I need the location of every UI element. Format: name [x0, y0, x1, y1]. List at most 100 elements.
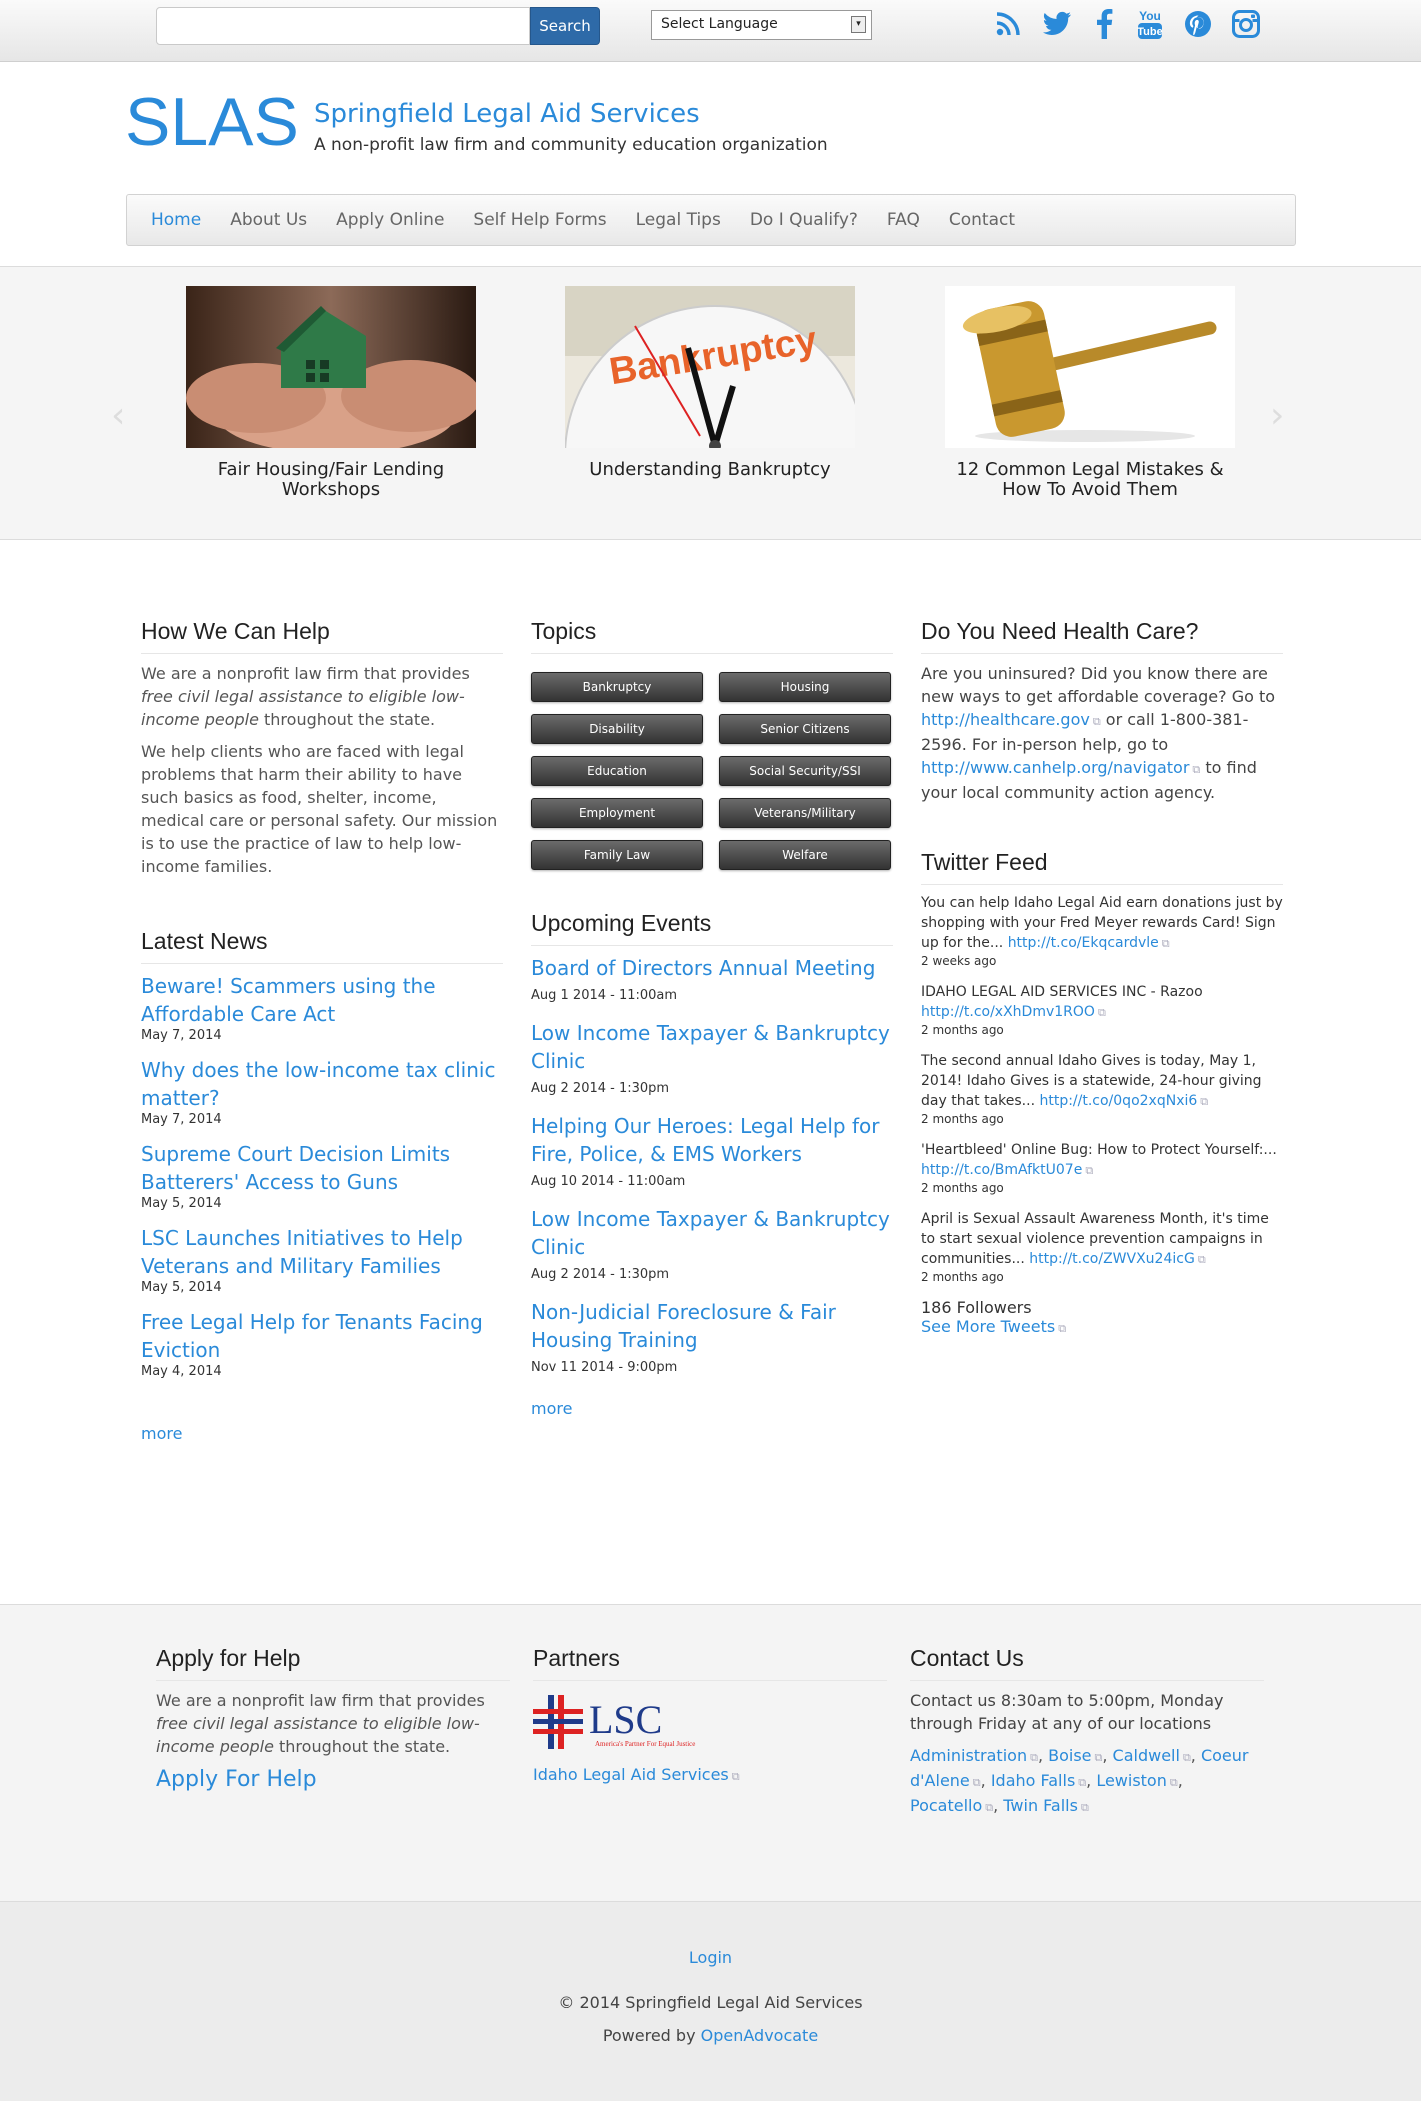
topic-button[interactable]: Family Law [531, 840, 703, 870]
rss-icon[interactable] [991, 7, 1025, 41]
location-link[interactable]: Twin Falls [1003, 1796, 1078, 1815]
house-in-hands-image[interactable] [186, 286, 476, 448]
event-date: Aug 10 2014 - 11:00am [531, 1174, 686, 1189]
nav-home[interactable]: Home [151, 210, 201, 230]
event-link[interactable]: Non-Judicial Foreclosure & Fair Housing … [531, 1300, 836, 1352]
event-date: Aug 2 2014 - 1:30pm [531, 1267, 670, 1282]
twitter-icon[interactable] [1040, 7, 1074, 41]
svg-text:You: You [1139, 9, 1161, 23]
external-link-icon: ⧉ [1092, 715, 1101, 728]
news-more-link[interactable]: more [141, 1424, 503, 1443]
search-input[interactable] [156, 7, 530, 45]
news-link[interactable]: Free Legal Help for Tenants Facing Evict… [141, 1310, 483, 1362]
lsc-logo-text: LSC [589, 1697, 662, 1742]
nav-legal-tips[interactable]: Legal Tips [636, 210, 721, 230]
tweet-link[interactable]: http://t.co/xXhDmv1ROO [921, 1004, 1095, 1020]
news-item: Why does the low-income tax clinic matte… [141, 1056, 503, 1128]
nav-about-us[interactable]: About Us [230, 210, 307, 230]
nav-apply-online[interactable]: Apply Online [336, 210, 444, 230]
healthcare-gov-link[interactable]: http://healthcare.gov [921, 710, 1090, 729]
topic-button[interactable]: Education [531, 756, 703, 786]
event-item: Non-Judicial Foreclosure & Fair Housing … [531, 1298, 893, 1375]
carousel-caption[interactable]: 12 Common Legal Mistakes & How To Avoid … [945, 460, 1235, 500]
site-slogan: A non-profit law firm and community educ… [314, 135, 828, 155]
footer: Apply for Help We are a nonprofit law fi… [0, 1604, 1421, 1902]
location-link[interactable]: Pocatello [910, 1796, 982, 1815]
location-link[interactable]: Administration [910, 1746, 1027, 1765]
news-link[interactable]: Beware! Scammers using the Affordable Ca… [141, 974, 436, 1026]
bankruptcy-clock-image[interactable]: Bankruptcy [565, 286, 855, 448]
right-column: Do You Need Health Care? Are you uninsur… [921, 618, 1283, 1336]
event-item: Low Income Taxpayer & Bankruptcy Clinic … [531, 1019, 893, 1096]
external-link-icon: ⧉ [1085, 1164, 1094, 1177]
canhelp-link[interactable]: http://www.canhelp.org/navigator [921, 758, 1189, 777]
nav-do-i-qualify[interactable]: Do I Qualify? [750, 210, 858, 230]
carousel-next-icon[interactable]: › [1270, 395, 1284, 436]
event-link[interactable]: Low Income Taxpayer & Bankruptcy Clinic [531, 1207, 890, 1259]
search-button[interactable]: Search [530, 7, 600, 45]
tweet: You can help Idaho Legal Aid earn donati… [921, 895, 1283, 968]
carousel-slide[interactable]: 12 Common Legal Mistakes & How To Avoid … [945, 286, 1235, 500]
tweet-link[interactable]: http://t.co/ZWVXu24icG [1029, 1251, 1195, 1267]
topic-button[interactable]: Bankruptcy [531, 672, 703, 702]
topic-button[interactable]: Social Security/SSI [719, 756, 891, 786]
topic-button[interactable]: Veterans/Military [719, 798, 891, 828]
pinterest-icon[interactable] [1181, 7, 1215, 41]
lsc-logo[interactable]: LSC America's Partner For Equal Justice [533, 1693, 887, 1765]
topics-grid: Bankruptcy Housing Disability Senior Cit… [531, 672, 893, 870]
instagram-icon[interactable] [1229, 7, 1263, 41]
site-name[interactable]: Springfield Legal Aid Services [314, 99, 700, 129]
top-bar: Search Select Language ▾ You Tube [0, 0, 1421, 62]
help-paragraph: We help clients who are faced with legal… [141, 742, 498, 876]
news-link[interactable]: Supreme Court Decision Limits Batterers'… [141, 1142, 450, 1194]
carousel-caption[interactable]: Understanding Bankruptcy [565, 460, 855, 480]
news-link[interactable]: Why does the low-income tax clinic matte… [141, 1058, 495, 1110]
how-we-can-help-title: How We Can Help [141, 618, 503, 654]
location-link[interactable]: Boise [1048, 1746, 1091, 1765]
news-link[interactable]: LSC Launches Initiatives to Help Veteran… [141, 1226, 463, 1278]
location-link[interactable]: Lewiston [1096, 1771, 1167, 1790]
nav-contact[interactable]: Contact [949, 210, 1015, 230]
news-item: LSC Launches Initiatives to Help Veteran… [141, 1224, 503, 1296]
site-logo[interactable]: SLAS [125, 88, 299, 156]
nav-faq[interactable]: FAQ [887, 210, 920, 230]
youtube-icon[interactable]: You Tube [1133, 7, 1167, 41]
event-link[interactable]: Helping Our Heroes: Legal Help for Fire,… [531, 1114, 879, 1166]
gavel-image[interactable] [945, 286, 1235, 448]
topic-button[interactable]: Senior Citizens [719, 714, 891, 744]
topic-button[interactable]: Employment [531, 798, 703, 828]
event-link[interactable]: Board of Directors Annual Meeting [531, 956, 875, 980]
topic-button[interactable]: Disability [531, 714, 703, 744]
openadvocate-link[interactable]: OpenAdvocate [701, 2026, 819, 2045]
featured-carousel: ‹ Fair Housing/Fair Lending Workshops Ba… [0, 266, 1421, 540]
location-link[interactable]: Caldwell [1113, 1746, 1180, 1765]
tweet-time: 2 months ago [921, 1270, 1004, 1284]
carousel-slide[interactable]: Bankruptcy Understanding Bankruptcy [565, 286, 855, 480]
carousel-prev-icon[interactable]: ‹ [111, 395, 125, 436]
event-item: Helping Our Heroes: Legal Help for Fire,… [531, 1112, 893, 1189]
tweet-link[interactable]: http://t.co/Ekqcardvle [1008, 935, 1159, 951]
tweet-time: 2 weeks ago [921, 954, 997, 968]
topic-button[interactable]: Welfare [719, 840, 891, 870]
event-link[interactable]: Low Income Taxpayer & Bankruptcy Clinic [531, 1021, 890, 1073]
help-paragraph: We are a nonprofit law firm that provide… [141, 664, 470, 729]
tweet-link[interactable]: http://t.co/0qo2xqNxi6 [1039, 1093, 1197, 1109]
copyright: © 2014 Springfield Legal Aid Services [558, 1993, 863, 2012]
facebook-icon[interactable] [1087, 7, 1121, 41]
external-link-icon: ⧉ [1161, 937, 1170, 950]
location-link[interactable]: Idaho Falls [991, 1771, 1075, 1790]
see-more-tweets-link[interactable]: See More Tweets [921, 1317, 1055, 1336]
idaho-legal-aid-link[interactable]: Idaho Legal Aid Services [533, 1765, 729, 1784]
carousel-caption[interactable]: Fair Housing/Fair Lending Workshops [186, 460, 476, 500]
carousel-slide[interactable]: Fair Housing/Fair Lending Workshops [186, 286, 476, 500]
apply-for-help-link[interactable]: Apply For Help [156, 1767, 317, 1792]
events-more-link[interactable]: more [531, 1399, 893, 1418]
topic-button[interactable]: Housing [719, 672, 891, 702]
nav-self-help-forms[interactable]: Self Help Forms [473, 210, 606, 230]
event-date: Nov 11 2014 - 9:00pm [531, 1360, 678, 1375]
external-link-icon: ⧉ [1197, 1253, 1206, 1266]
language-select[interactable]: Select Language ▾ [651, 10, 872, 40]
external-link-icon: ⧉ [1058, 1322, 1067, 1335]
tweet-link[interactable]: http://t.co/BmAfktU07e [921, 1162, 1082, 1178]
login-link[interactable]: Login [689, 1948, 732, 1967]
